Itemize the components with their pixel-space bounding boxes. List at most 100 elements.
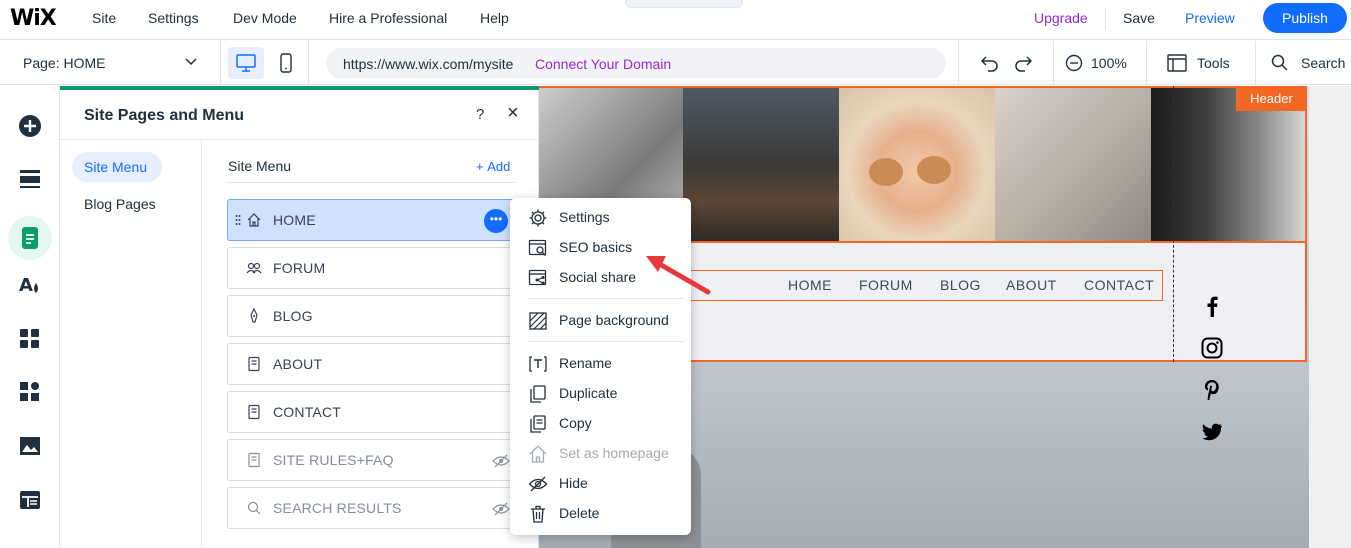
add-page-button[interactable]: + Add bbox=[476, 159, 510, 174]
zoom-out-icon[interactable] bbox=[1065, 54, 1083, 72]
page-row-blog[interactable]: BLOG bbox=[227, 295, 517, 337]
page-label: ABOUT bbox=[273, 356, 323, 372]
svg-text:A: A bbox=[19, 275, 33, 296]
menu-dev-mode[interactable]: Dev Mode bbox=[233, 10, 297, 26]
page-row-about[interactable]: ABOUT bbox=[227, 343, 517, 385]
publish-button[interactable]: Publish bbox=[1263, 3, 1347, 33]
hidden-eye-icon[interactable] bbox=[492, 454, 510, 468]
page-row-home[interactable]: HOME ••• bbox=[227, 199, 517, 241]
search-icon bbox=[247, 501, 261, 515]
site-nav-forum[interactable]: FORUM bbox=[859, 277, 913, 293]
background-icon bbox=[529, 312, 547, 330]
undo-icon[interactable] bbox=[980, 54, 1000, 72]
business-icon[interactable] bbox=[14, 376, 46, 408]
menu-item-label: Delete bbox=[559, 505, 600, 521]
nav-blog-pages[interactable]: Blog Pages bbox=[84, 196, 156, 212]
pages-icon[interactable] bbox=[8, 216, 52, 260]
hidden-eye-icon[interactable] bbox=[492, 502, 510, 516]
page-label: SITE RULES+FAQ bbox=[273, 452, 394, 468]
menu-item-label: Page background bbox=[559, 312, 669, 328]
search-button[interactable]: Search bbox=[1301, 55, 1345, 71]
tools-button[interactable]: Tools bbox=[1197, 55, 1230, 71]
divider bbox=[1146, 41, 1147, 85]
menu-item-rename[interactable]: Rename bbox=[510, 351, 691, 377]
redo-icon[interactable] bbox=[1013, 54, 1033, 72]
divider bbox=[220, 41, 221, 85]
zoom-level[interactable]: 100% bbox=[1091, 55, 1127, 71]
add-icon[interactable] bbox=[14, 110, 46, 142]
media-icon[interactable] bbox=[14, 430, 46, 462]
page-icon bbox=[248, 452, 260, 468]
help-button[interactable]: ? bbox=[476, 106, 484, 123]
home-icon bbox=[247, 213, 261, 227]
social-share-icon bbox=[528, 269, 547, 286]
rename-icon bbox=[529, 356, 547, 372]
hide-icon bbox=[528, 476, 548, 492]
page-label: CONTACT bbox=[273, 404, 342, 420]
site-pages-panel: Site Pages and Menu ? × Site Menu Blog P… bbox=[60, 86, 539, 548]
page-label: BLOG bbox=[273, 308, 313, 324]
header-badge[interactable]: Header bbox=[1236, 86, 1307, 111]
page-row-site-rules-faq[interactable]: SITE RULES+FAQ bbox=[227, 439, 517, 481]
menu-hire-a-professional[interactable]: Hire a Professional bbox=[329, 10, 447, 26]
twitter-icon[interactable] bbox=[1201, 421, 1223, 443]
facebook-icon[interactable] bbox=[1201, 295, 1223, 317]
trash-icon bbox=[531, 505, 545, 523]
nav-site-menu[interactable]: Site Menu bbox=[72, 152, 162, 182]
seo-icon bbox=[528, 239, 547, 256]
menu-item-hide[interactable]: Hide bbox=[510, 471, 691, 497]
annotation-arrow bbox=[646, 256, 711, 295]
top-bar-collapse-handle[interactable] bbox=[625, 0, 743, 8]
menu-item-label: Duplicate bbox=[559, 385, 618, 401]
search-icon[interactable] bbox=[1271, 54, 1289, 72]
menu-divider bbox=[528, 341, 684, 342]
apps-icon[interactable] bbox=[14, 323, 46, 355]
save-button[interactable]: Save bbox=[1123, 10, 1155, 26]
tools-icon[interactable] bbox=[1167, 54, 1187, 72]
menu-item-page-background[interactable]: Page background bbox=[510, 308, 691, 334]
menu-divider bbox=[528, 298, 684, 299]
sections-icon[interactable] bbox=[14, 163, 46, 195]
copy-icon bbox=[530, 415, 546, 433]
menu-item-copy[interactable]: Copy bbox=[510, 411, 691, 437]
page-row-contact[interactable]: CONTACT bbox=[227, 391, 517, 433]
panel-header: Site Pages and Menu ? × bbox=[60, 90, 539, 140]
divider bbox=[308, 41, 309, 85]
blog-pen-icon bbox=[250, 308, 258, 323]
pinterest-icon[interactable] bbox=[1201, 379, 1223, 401]
menu-item-settings[interactable]: Settings bbox=[510, 205, 691, 231]
site-nav-home[interactable]: HOME bbox=[788, 277, 832, 293]
menu-item-set-as-homepage: Set as homepage bbox=[510, 441, 691, 467]
page-label: FORUM bbox=[273, 260, 326, 276]
cms-icon[interactable] bbox=[14, 484, 46, 516]
menu-settings[interactable]: Settings bbox=[148, 10, 199, 26]
panel-nav: Site Menu Blog Pages bbox=[60, 140, 202, 548]
instagram-icon[interactable] bbox=[1201, 337, 1223, 359]
menu-help[interactable]: Help bbox=[480, 10, 509, 26]
drag-handle-icon[interactable] bbox=[235, 214, 241, 226]
page-label: HOME bbox=[273, 212, 316, 228]
upgrade-link[interactable]: Upgrade bbox=[1034, 10, 1088, 26]
more-actions-button[interactable]: ••• bbox=[484, 209, 508, 233]
site-nav-blog[interactable]: BLOG bbox=[940, 277, 981, 293]
menu-site[interactable]: Site bbox=[92, 10, 116, 26]
page-select[interactable]: Page: HOME bbox=[23, 55, 105, 71]
site-nav-contact[interactable]: CONTACT bbox=[1084, 277, 1154, 293]
chevron-down-icon[interactable] bbox=[184, 57, 198, 67]
left-rail: A bbox=[0, 86, 60, 548]
preview-button[interactable]: Preview bbox=[1185, 10, 1235, 26]
menu-item-label: Rename bbox=[559, 355, 612, 371]
gridline-dashed bbox=[1173, 86, 1174, 362]
connect-domain-link[interactable]: Connect Your Domain bbox=[535, 56, 671, 72]
site-nav-about[interactable]: ABOUT bbox=[1006, 277, 1057, 293]
desktop-view-button[interactable] bbox=[228, 47, 264, 79]
mobile-icon[interactable] bbox=[278, 53, 294, 75]
wix-logo[interactable]: WiX bbox=[10, 6, 57, 31]
close-button[interactable]: × bbox=[507, 102, 519, 125]
menu-item-delete[interactable]: Delete bbox=[510, 501, 691, 527]
menu-item-duplicate[interactable]: Duplicate bbox=[510, 381, 691, 407]
page-row-forum[interactable]: FORUM bbox=[227, 247, 517, 289]
theme-icon[interactable]: A bbox=[14, 269, 46, 301]
page-row-search-results[interactable]: SEARCH RESULTS bbox=[227, 487, 517, 529]
site-url: https://www.wix.com/mysite bbox=[343, 56, 514, 72]
